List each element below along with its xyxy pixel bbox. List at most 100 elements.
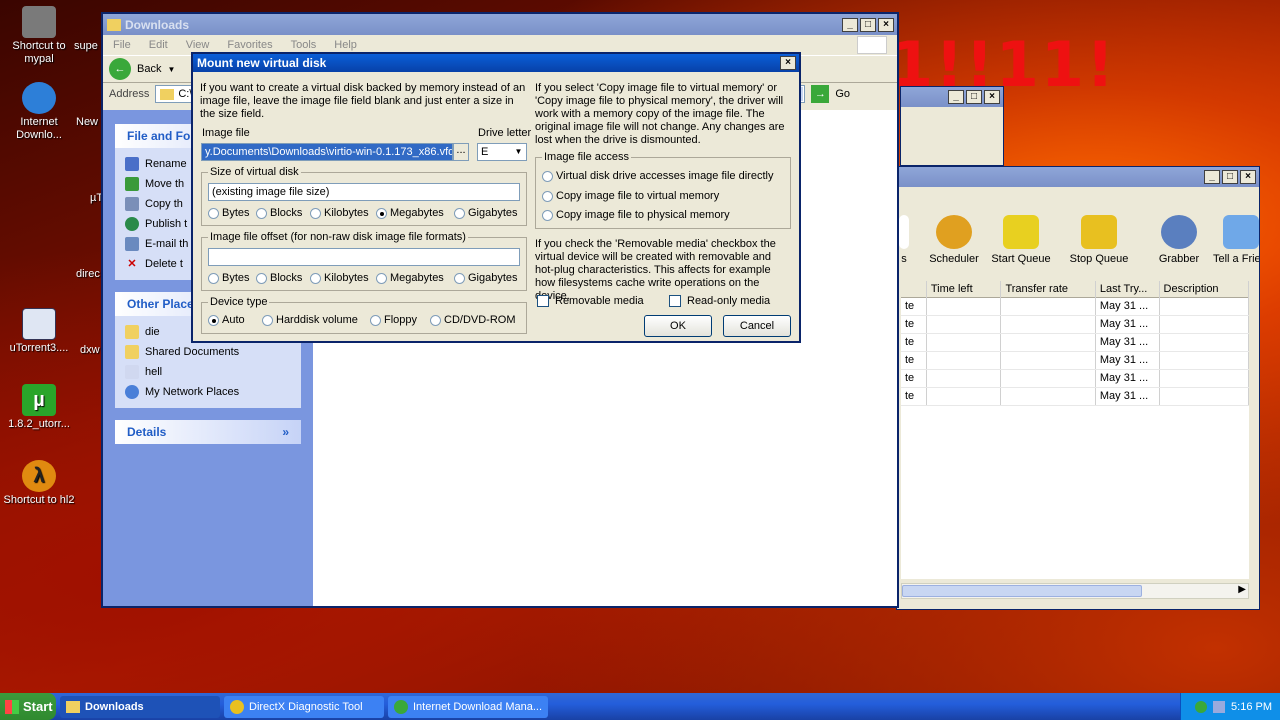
radio-button[interactable] (208, 272, 219, 284)
place-network[interactable]: My Network Places (125, 382, 291, 402)
cancel-button[interactable]: Cancel (723, 315, 791, 337)
go-arrow-icon[interactable]: → (811, 85, 830, 103)
offset-unit-bytes[interactable]: Bytes (208, 272, 250, 284)
table-row[interactable]: te May 31 ... (901, 370, 1249, 388)
offset-unit-gigabytes[interactable]: Gigabytes (454, 272, 518, 284)
desktop-icon-utorrent[interactable]: µ 1.8.2_utorr... (0, 384, 78, 431)
maximize-button[interactable]: □ (860, 17, 876, 32)
access-physical-memory[interactable]: Copy image file to physical memory (542, 209, 730, 221)
mount-virtual-disk-dialog[interactable]: Mount new virtual disk × If you want to … (191, 52, 801, 343)
radio-button[interactable] (542, 209, 553, 221)
size-unit-gigabytes[interactable]: Gigabytes (454, 207, 518, 219)
desktop-icon-partial[interactable]: supe (74, 40, 104, 53)
table-row[interactable]: te May 31 ... (901, 388, 1249, 406)
maximize-button[interactable]: □ (1222, 170, 1238, 184)
chevron-double-down-icon[interactable]: » (282, 425, 289, 439)
image-file-input[interactable]: y.Documents\Downloads\virtio-win-0.1.173… (201, 143, 453, 161)
start-button[interactable]: Start (0, 693, 56, 720)
column-header-transfer-rate[interactable]: Transfer rate (1001, 281, 1096, 298)
radio-button[interactable] (430, 314, 441, 326)
chevron-down-icon[interactable]: ▼ (512, 145, 525, 159)
table-row[interactable]: te May 31 ... (901, 352, 1249, 370)
offset-input[interactable] (208, 248, 520, 266)
titlebar[interactable]: _ □ × (901, 87, 1003, 107)
radio-button[interactable] (256, 272, 267, 284)
offset-unit-blocks[interactable]: Blocks (256, 272, 302, 284)
column-header-partial[interactable] (901, 281, 927, 298)
clock[interactable]: 5:16 PM (1231, 701, 1272, 713)
task-downloads[interactable]: Downloads (60, 695, 220, 718)
menu-view[interactable]: View (186, 39, 210, 51)
close-button[interactable]: × (878, 17, 894, 32)
start-queue-button[interactable]: Start Queue (989, 215, 1053, 265)
ok-button[interactable]: OK (644, 315, 712, 337)
access-direct[interactable]: Virtual disk drive accesses image file d… (542, 170, 773, 182)
size-unit-megabytes[interactable]: Megabytes (376, 207, 444, 219)
radio-button[interactable] (542, 190, 553, 202)
readonly-media-checkbox[interactable]: Read-only media (669, 295, 770, 307)
place-shared-documents[interactable]: Shared Documents (125, 342, 291, 362)
radio-button[interactable] (310, 272, 321, 284)
tell-a-friend-button[interactable]: Tell a Frie (1213, 215, 1259, 265)
scrollbar-thumb[interactable] (902, 585, 1142, 597)
go-button[interactable]: Go (835, 88, 850, 100)
back-arrow-icon[interactable]: ← (109, 58, 131, 80)
column-header-last-try[interactable]: Last Try... (1096, 281, 1160, 298)
details-header[interactable]: Details » (115, 420, 301, 444)
tray-network-icon[interactable] (1213, 700, 1226, 713)
desktop-icon-hl2[interactable]: λ Shortcut to hl2 (0, 460, 78, 507)
menu-edit[interactable]: Edit (149, 39, 168, 51)
titlebar[interactable]: _ □ × (897, 167, 1259, 187)
task-idm[interactable]: Internet Download Mana... (388, 695, 548, 718)
radio-button[interactable] (310, 207, 321, 219)
device-type-auto[interactable]: Auto (208, 314, 245, 326)
desktop-icon-partial[interactable]: New (76, 116, 102, 129)
radio-button[interactable] (542, 170, 553, 182)
horizontal-scrollbar[interactable]: ▶ (901, 583, 1249, 599)
minimize-button[interactable]: _ (948, 90, 964, 104)
size-input[interactable]: (existing image file size) (208, 183, 520, 201)
scheduler-button[interactable]: Scheduler (927, 215, 981, 265)
table-row[interactable]: te May 31 ... (901, 298, 1249, 316)
radio-button[interactable] (208, 207, 219, 219)
close-button[interactable]: × (984, 90, 1000, 104)
download-list[interactable]: Time left Transfer rate Last Try... Desc… (901, 281, 1249, 579)
menu-tools[interactable]: Tools (291, 39, 317, 51)
stop-queue-button[interactable]: Stop Queue (1067, 215, 1131, 265)
offset-unit-kilobytes[interactable]: Kilobytes (310, 272, 369, 284)
titlebar[interactable]: Mount new virtual disk × (193, 54, 799, 72)
device-type-floppy[interactable]: Floppy (370, 314, 417, 326)
column-header-description[interactable]: Description (1160, 281, 1249, 298)
close-button[interactable]: × (780, 56, 796, 70)
background-window[interactable]: _ □ × (900, 86, 1004, 166)
maximize-button[interactable]: □ (966, 90, 982, 104)
idm-window[interactable]: _ □ × s Scheduler Start Queue Stop Queue… (896, 166, 1260, 610)
table-row[interactable]: te May 31 ... (901, 316, 1249, 334)
minimize-button[interactable]: _ (842, 17, 858, 32)
close-button[interactable]: × (1240, 170, 1256, 184)
task-directx[interactable]: DirectX Diagnostic Tool (224, 695, 384, 718)
tray-idm-icon[interactable] (1195, 700, 1208, 713)
radio-button[interactable] (454, 272, 465, 284)
radio-button[interactable] (256, 207, 267, 219)
grabber-button[interactable]: Grabber (1151, 215, 1207, 265)
menu-favorites[interactable]: Favorites (227, 39, 272, 51)
desktop-icon-idm[interactable]: Internet Downlo... (0, 82, 78, 142)
checkbox[interactable] (537, 295, 549, 307)
toolbar-button-partial[interactable]: s (897, 215, 911, 265)
menu-help[interactable]: Help (334, 39, 357, 51)
chevron-down-icon[interactable]: ▼ (167, 65, 175, 74)
menu-file[interactable]: File (113, 39, 131, 51)
radio-button[interactable] (376, 272, 387, 284)
desktop-icon-mypal[interactable]: Shortcut to mypal (0, 6, 78, 66)
checkbox[interactable] (669, 295, 681, 307)
radio-button[interactable] (454, 207, 465, 219)
column-header-time-left[interactable]: Time left (927, 281, 1002, 298)
desktop-icon-utorrent-installer[interactable]: uTorrent3.... (0, 308, 78, 355)
minimize-button[interactable]: _ (1204, 170, 1220, 184)
access-virtual-memory[interactable]: Copy image file to virtual memory (542, 190, 719, 202)
size-unit-blocks[interactable]: Blocks (256, 207, 302, 219)
drive-letter-select[interactable]: E ▼ (477, 143, 527, 161)
removable-media-checkbox[interactable]: Removable media (537, 295, 644, 307)
table-row[interactable]: te May 31 ... (901, 334, 1249, 352)
